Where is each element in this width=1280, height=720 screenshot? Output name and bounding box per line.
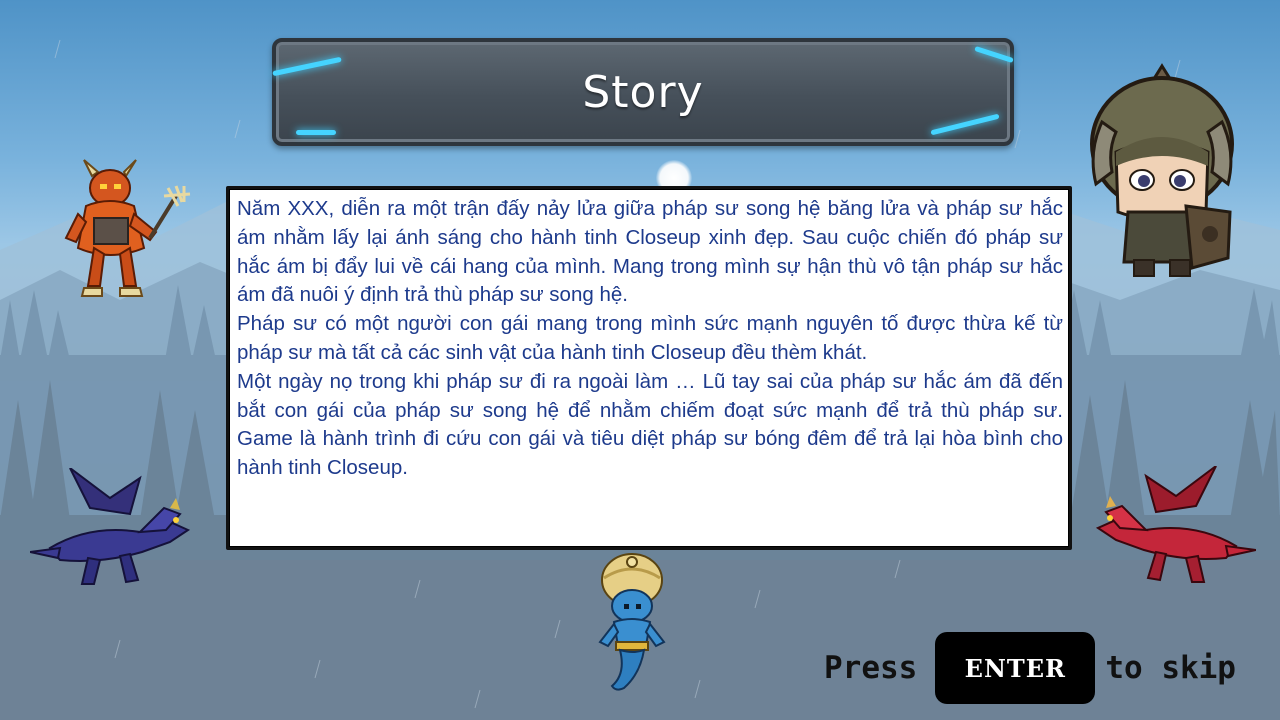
page-title: Story (582, 66, 704, 118)
story-paragraph: Năm XXX, diễn ra một trận đấy nảy lửa gi… (237, 197, 1063, 307)
title-banner: Story (272, 38, 1014, 146)
enter-key-label: ENTER (964, 653, 1066, 683)
banner-glow-accent (272, 56, 342, 77)
enter-key-button[interactable]: ENTER (935, 632, 1096, 704)
press-label: Press (824, 650, 918, 686)
banner-glow-accent (974, 45, 1014, 64)
banner-glow-accent (930, 113, 1000, 136)
red-demon-icon (64, 159, 191, 297)
story-text-box: Năm XXX, diễn ra một trận đấy nảy lửa gi… (226, 186, 1072, 550)
skip-label: to skip (1105, 650, 1236, 686)
helmet-warrior-icon (1090, 63, 1234, 277)
story-paragraph: Một ngày nọ trong khi pháp sư đi ra ngoà… (237, 369, 1063, 480)
story-paragraph: Pháp sư có một người con gái mang trong … (237, 312, 1063, 364)
banner-glow-accent (296, 130, 336, 135)
blue-dragon-icon (30, 468, 191, 585)
skip-prompt: Press ENTER to skip (824, 632, 1236, 704)
red-dragon-icon (1096, 466, 1256, 583)
genie-icon (598, 553, 666, 691)
